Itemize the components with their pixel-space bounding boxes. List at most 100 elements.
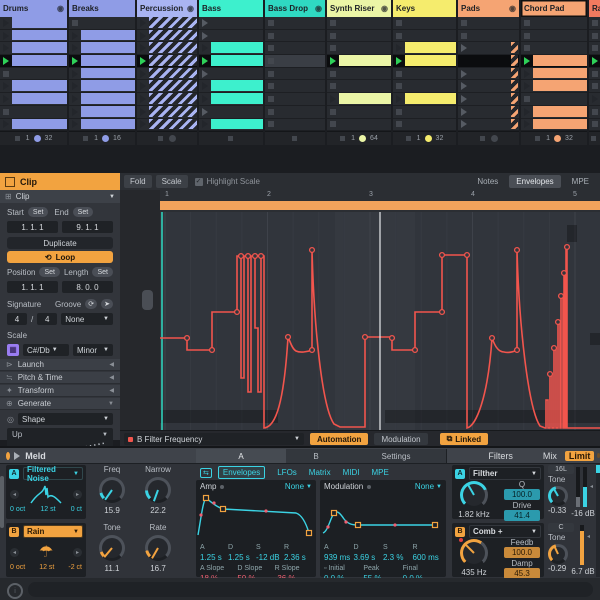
clip-slot[interactable] <box>458 68 519 81</box>
clip-slot[interactable] <box>69 93 135 106</box>
clip-slot[interactable] <box>393 119 456 132</box>
clip-slot[interactable] <box>521 68 587 81</box>
clip-slot[interactable] <box>137 68 197 81</box>
engine-b-semi[interactable]: 12 st <box>39 564 54 571</box>
track-header[interactable]: Rain <box>589 0 600 17</box>
engine-a-next-icon[interactable]: ▸ <box>73 490 82 499</box>
engine-b-oct[interactable]: 0 oct <box>10 564 25 571</box>
clip-slot[interactable] <box>0 68 67 81</box>
clip-slot[interactable] <box>327 80 391 93</box>
clip-slot[interactable] <box>393 93 456 106</box>
loop-length-field[interactable]: 8. 0. 0 <box>62 281 113 293</box>
clip-slot[interactable] <box>137 80 197 93</box>
clip-slot[interactable] <box>199 55 263 68</box>
clip-slot[interactable] <box>69 119 135 132</box>
mod-target-select[interactable]: None <box>415 482 434 491</box>
subtab-envelopes[interactable]: Envelopes <box>218 466 265 479</box>
envelope-target-select[interactable]: B Filter Frequency▼ <box>124 433 304 445</box>
clip-slot[interactable] <box>458 93 519 106</box>
amp-dot[interactable] <box>220 485 224 489</box>
engine-b-badge[interactable]: B <box>9 527 19 537</box>
set-start-button[interactable]: Set <box>28 207 49 217</box>
filter-b-select[interactable]: Comb +▼ <box>469 525 541 538</box>
clip-slot[interactable] <box>265 93 325 106</box>
clip-status-row[interactable]: 132 <box>521 131 587 145</box>
drive-value-field[interactable]: 41.4 <box>504 510 540 521</box>
section-launch[interactable]: ⊳Launch◀ <box>0 359 120 371</box>
clip-slot[interactable] <box>327 55 391 68</box>
clip-slot[interactable] <box>199 30 263 43</box>
subtab-lfos[interactable]: LFOs <box>277 468 297 477</box>
envelope-editor[interactable] <box>160 212 600 430</box>
clip-slot[interactable] <box>458 30 519 43</box>
track-header[interactable]: Bass Drop◉ <box>265 0 325 17</box>
set-end-button[interactable]: Set <box>73 207 94 217</box>
loop-position-field[interactable]: 1. 1. 1 <box>7 281 58 293</box>
subtab-matrix[interactable]: Matrix <box>309 468 331 477</box>
clip-slot[interactable] <box>69 55 135 68</box>
clip-slot[interactable] <box>589 106 600 119</box>
clip-slot[interactable] <box>137 17 197 30</box>
track-header[interactable]: Chord Pad <box>521 0 587 17</box>
ampcols-d[interactable]: D1.25 s <box>228 544 256 562</box>
clip-slot[interactable] <box>521 119 587 132</box>
track-header[interactable]: Bass <box>199 0 263 17</box>
shape-mode-select[interactable]: Up▼ <box>9 430 111 439</box>
clip-slot[interactable] <box>137 106 197 119</box>
pan-b-field[interactable]: C <box>548 523 574 532</box>
tone-knob[interactable] <box>99 535 125 561</box>
clip-slot[interactable] <box>327 93 391 106</box>
track-header[interactable]: Keys <box>393 0 456 17</box>
clip-slot[interactable] <box>137 55 197 68</box>
device-scrollbar[interactable] <box>0 476 4 528</box>
clip-slot[interactable] <box>137 119 197 132</box>
track-header[interactable]: Percussion◉ <box>137 0 197 17</box>
clip-section-header[interactable]: ⊞Clip▼ <box>0 190 120 203</box>
track-header[interactable]: Breaks <box>69 0 135 17</box>
engine-a-semi[interactable]: 12 st <box>40 506 55 513</box>
highlight-scale-checkbox[interactable]: ✓ <box>195 178 203 186</box>
narrow-knob[interactable] <box>145 477 171 503</box>
clip-slot[interactable] <box>589 55 600 68</box>
clip-slot[interactable] <box>521 42 587 55</box>
subtab-midi[interactable]: MIDI <box>343 468 360 477</box>
clip-slot[interactable] <box>393 55 456 68</box>
engine-b-prev-icon[interactable]: ◂ <box>10 548 19 557</box>
clip-status-row[interactable] <box>137 131 197 145</box>
clip-scale-mode-select[interactable]: Minor▼ <box>73 344 113 356</box>
filter-a-freq-knob[interactable] <box>460 481 488 509</box>
feedb-value-field[interactable]: 100.0 <box>504 547 540 558</box>
clip-slot[interactable] <box>0 80 67 93</box>
q-value-field[interactable]: 100.0 <box>504 489 540 500</box>
clip-slot[interactable] <box>393 106 456 119</box>
clip-slot[interactable] <box>589 119 600 132</box>
clip-status-row[interactable] <box>589 131 600 145</box>
engine-b-select[interactable]: Rain▼ <box>23 525 83 538</box>
clip-start-field[interactable]: 1. 1. 1 <box>7 221 58 233</box>
clip-slot[interactable] <box>0 30 67 43</box>
loop-button[interactable]: ⟲Loop <box>7 251 113 263</box>
pan-a-field[interactable]: 16L <box>548 465 574 474</box>
tab-notes[interactable]: Notes <box>470 175 505 188</box>
linked-toggle[interactable]: ⧉Linked <box>440 433 489 445</box>
clip-slot[interactable] <box>327 30 391 43</box>
clip-slot[interactable] <box>265 42 325 55</box>
clip-slot[interactable] <box>69 106 135 119</box>
mix-b-fader[interactable] <box>580 525 584 565</box>
engine-tab-settings[interactable]: Settings <box>346 449 447 463</box>
clip-slot[interactable] <box>265 55 325 68</box>
fold-button[interactable]: Fold <box>124 175 152 188</box>
clip-status-row[interactable]: 132 <box>393 131 456 145</box>
clip-slot[interactable] <box>521 80 587 93</box>
clip-slot[interactable] <box>393 80 456 93</box>
signature-denominator-field[interactable]: 4 <box>37 313 57 325</box>
section-transform[interactable]: ✦Transform◀ <box>0 385 120 397</box>
ampcols-a[interactable]: A1.25 s <box>200 544 228 562</box>
filter-b-badge[interactable]: B <box>455 527 465 537</box>
clip-slot[interactable] <box>589 80 600 93</box>
clip-panel-header[interactable]: Clip <box>0 173 120 190</box>
engine-a-select[interactable]: Filtered Noise▼ <box>23 467 83 480</box>
clip-slot[interactable] <box>199 106 263 119</box>
clip-slot[interactable] <box>327 42 391 55</box>
clip-slot[interactable] <box>589 30 600 43</box>
